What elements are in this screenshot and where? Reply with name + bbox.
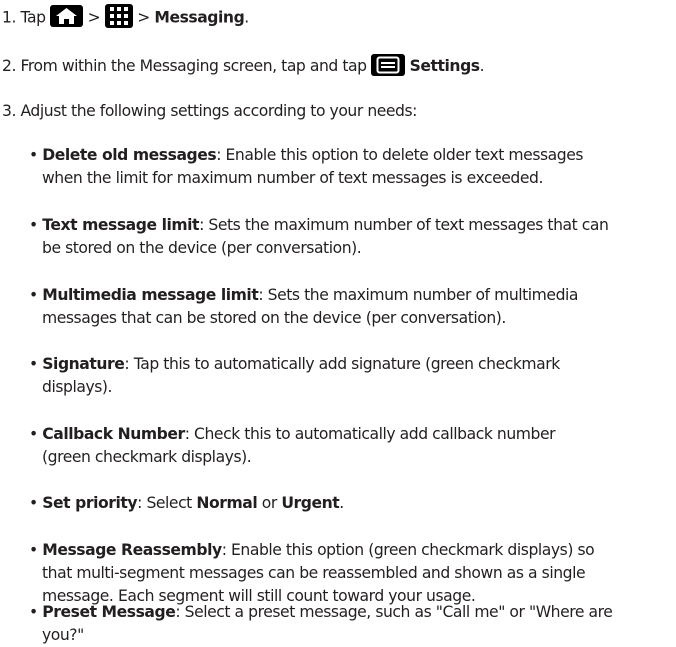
home-icon — [50, 5, 84, 27]
bullet-text: Enable this option to delete older text … — [221, 146, 584, 164]
bullet-text-cont: be stored on the device (per conversatio… — [42, 239, 362, 257]
menu-icon — [371, 53, 406, 76]
bullet-text: or — [257, 494, 282, 512]
bullet-text: Sets the maximum number of multimedia — [263, 286, 579, 304]
step-3: 3. Adjust the following settings accordi… — [2, 100, 417, 123]
bullet-signature: • Signature: Tap this to automatically a… — [29, 353, 669, 399]
bullet-preset-message: • Preset Message: Select a preset messag… — [29, 601, 669, 647]
step-1: 1. Tap > > Messaging. — [2, 4, 249, 30]
bullet-text: Check this to automatically add callback… — [189, 425, 556, 443]
bullet-text: Enable this option (green checkmark disp… — [226, 541, 595, 559]
bullet-text-message-limit: • Text message limit: Sets the maximum n… — [29, 214, 669, 260]
apps-grid-icon — [104, 4, 133, 28]
step-2: 2. From within the Messaging screen, tap… — [2, 53, 485, 78]
step-1-end: . — [244, 8, 249, 27]
bullet-text: Select — [141, 494, 197, 512]
step-2-end: . — [479, 57, 485, 75]
bullet-text-cont: displays). — [42, 378, 113, 396]
bullet-text-cont: messages that can be stored on the devic… — [42, 309, 506, 327]
bullet-term: Signature — [42, 355, 125, 373]
bullet-set-priority: • Set priority: Select Normal or Urgent. — [29, 494, 344, 512]
step-1-prefix: 1. Tap — [2, 8, 46, 27]
bullet-term: Callback Number — [42, 425, 185, 443]
bullet-text: Select a preset message, such as "Call m… — [180, 603, 613, 621]
bullet-delete-old-messages: • Delete old messages: Enable this optio… — [29, 144, 669, 190]
bullet-callback-number: • Callback Number: Check this to automat… — [29, 423, 669, 469]
bullet-text-cont: when the limit for maximum number of tex… — [42, 169, 543, 187]
bullet-text-cont: that multi-segment messages can be reass… — [42, 564, 586, 582]
step-2-target: Settings — [409, 57, 480, 75]
bullet-message-reassembly: • Message Reassembly: Enable this option… — [29, 539, 669, 608]
bullet-text-cont: you?" — [42, 626, 84, 644]
step-3-text: 3. Adjust the following settings accordi… — [2, 102, 417, 120]
priority-option-normal: Normal — [196, 494, 258, 512]
step-1-target: Messaging — [154, 8, 245, 27]
bullet-multimedia-message-limit: • Multimedia message limit: Sets the max… — [29, 284, 669, 330]
bullet-term: Multimedia message limit — [42, 286, 259, 304]
step-1-sep-2: > — [137, 8, 150, 27]
bullet-term: Message Reassembly — [42, 541, 222, 559]
bullet-text-cont: (green checkmark displays). — [42, 448, 252, 466]
bullet-term: Delete old messages — [42, 146, 217, 164]
bullet-text: Sets the maximum number of text messages… — [203, 216, 609, 234]
bullet-text: Tap this to automatically add signature … — [129, 355, 561, 373]
bullet-term: Set priority — [42, 494, 138, 512]
bullet-term: Preset Message — [42, 603, 176, 621]
priority-option-urgent: Urgent — [281, 494, 340, 512]
step-1-sep-1: > — [87, 8, 101, 27]
bullet-text: . — [339, 494, 344, 512]
bullet-term: Text message limit — [42, 216, 200, 234]
step-2-text: 2. From within the Messaging screen, tap… — [2, 57, 367, 75]
